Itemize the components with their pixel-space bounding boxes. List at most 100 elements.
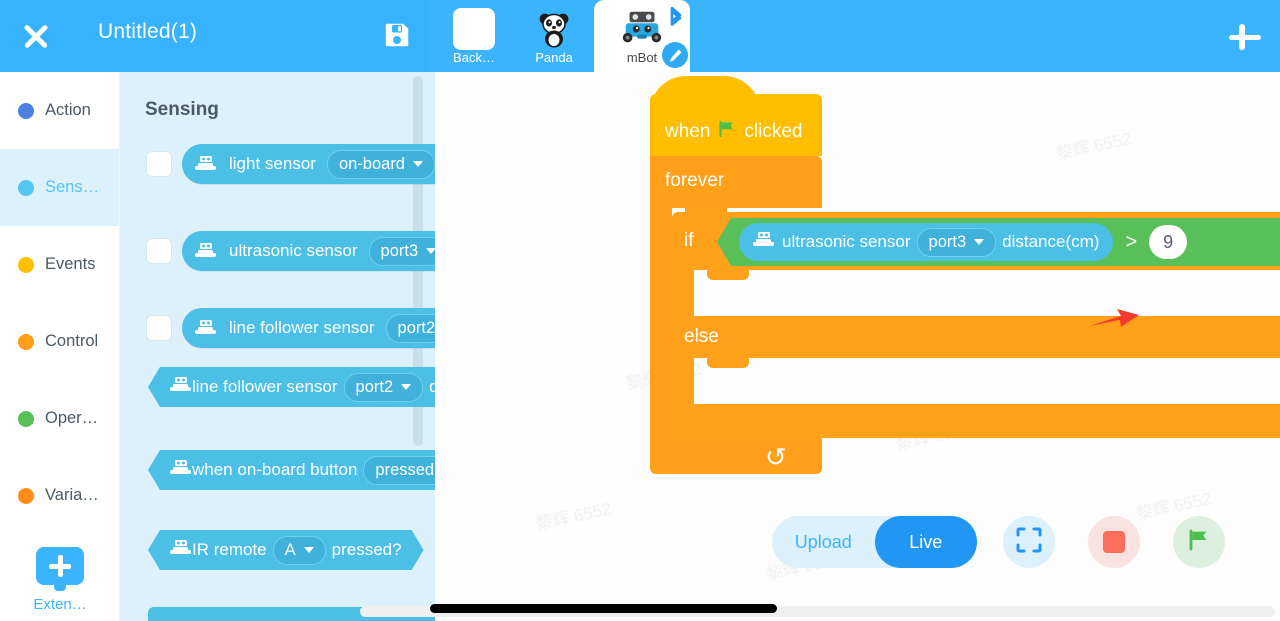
- category-color-dot: [18, 256, 34, 273]
- forever-left-arm: [650, 208, 672, 462]
- header-left-panel: [0, 0, 430, 72]
- if-slot-notch: [707, 270, 749, 280]
- bluetooth-icon: [665, 6, 687, 28]
- stop-button[interactable]: [1088, 516, 1140, 568]
- watermark: 黎辉 6552: [534, 499, 614, 534]
- if-else-foot: [672, 404, 1280, 438]
- chevron-down-icon: [413, 161, 423, 167]
- hat-text-post: clicked: [744, 121, 803, 142]
- mbot-device-thumbnail: [619, 6, 665, 52]
- chevron-down-icon: [304, 547, 314, 553]
- chevron-down-icon: [401, 384, 411, 390]
- mode-toggle[interactable]: Upload Live: [772, 516, 977, 568]
- hat-text-pre: when: [665, 121, 711, 142]
- block-greater-than[interactable]: ultrasonic sensor port3 distance(cm) > 9: [717, 218, 1280, 266]
- block-text: pressed?: [331, 540, 402, 559]
- dropdown-workspace-ultrasonic-port[interactable]: port3: [916, 227, 997, 257]
- dropdown-detects-port[interactable]: port2: [344, 373, 424, 402]
- mbot-robot-icon: [195, 155, 217, 173]
- extension-label: Exten…: [33, 596, 87, 613]
- if-else-divider: else: [672, 316, 1280, 358]
- save-icon[interactable]: [382, 20, 412, 50]
- block-text: ultrasonic sensor: [229, 241, 358, 260]
- tab-panda-label: Panda: [535, 50, 573, 65]
- sidebar-item-control[interactable]: Control: [0, 303, 119, 380]
- live-mode-option[interactable]: Live: [874, 516, 977, 568]
- sidebar-item-variables[interactable]: Varia…: [0, 457, 119, 534]
- block-ultrasonic-sensor-reporter[interactable]: ultrasonic sensor port3 distance(cm): [739, 223, 1114, 261]
- dropdown-value: port2: [355, 377, 394, 396]
- workspace-horizontal-scrollbar-thumb[interactable]: [430, 604, 777, 613]
- loop-arrow-icon: ↻: [765, 442, 787, 472]
- block-text: light sensor: [229, 154, 316, 173]
- tab-mbot[interactable]: mBot: [594, 0, 690, 72]
- block-checkbox-light-sensor[interactable]: [146, 151, 172, 177]
- backdrop-thumbnail: [451, 6, 497, 52]
- edit-device-button[interactable]: [662, 42, 688, 68]
- fullscreen-icon: [1016, 527, 1042, 558]
- hat-block-label: when clicked: [665, 119, 803, 145]
- reporter-unit: distance(cm): [1002, 232, 1100, 251]
- tab-backdrop[interactable]: Back…: [434, 0, 514, 72]
- target-tabs: Back… Panda mBot: [434, 0, 690, 72]
- tab-backdrop-label: Back…: [453, 50, 495, 65]
- mbot-robot-icon: [170, 459, 192, 482]
- app-header: Untitled(1) Back… Panda mBot: [0, 0, 1280, 72]
- mbot-robot-icon: [195, 319, 217, 337]
- block-text: line follower sensor: [229, 318, 375, 337]
- sidebar-item-label: Varia…: [45, 486, 99, 504]
- category-color-dot: [18, 487, 34, 504]
- sidebar-item-label: Events: [45, 255, 96, 273]
- else-slot-notch: [707, 358, 749, 368]
- reporter-text: ultrasonic sensor: [782, 232, 911, 251]
- start-button[interactable]: [1173, 516, 1225, 568]
- block-checkbox-ultrasonic-sensor[interactable]: [146, 238, 172, 264]
- panda-sprite-thumbnail: [531, 6, 577, 52]
- palette-block-ir-remote[interactable]: IR remote A pressed?: [148, 530, 424, 570]
- category-color-dot: [18, 179, 34, 196]
- chevron-down-icon: [974, 239, 985, 245]
- dropdown-ir-key[interactable]: A: [273, 536, 326, 565]
- block-forever[interactable]: forever: [650, 156, 822, 208]
- fullscreen-button[interactable]: [1003, 516, 1055, 568]
- tab-panda[interactable]: Panda: [514, 0, 594, 72]
- extension-button[interactable]: Exten…: [0, 547, 120, 613]
- watermark: 黎辉 6552: [1054, 129, 1134, 164]
- category-color-dot: [18, 333, 34, 350]
- mbot-robot-icon: [753, 231, 775, 254]
- add-device-button[interactable]: [1226, 18, 1264, 56]
- comparison-operator: >: [1125, 230, 1138, 253]
- sidebar-item-action[interactable]: Action: [0, 72, 119, 149]
- green-flag-icon: [1186, 527, 1212, 558]
- sidebar-item-sensing[interactable]: Sens…: [0, 149, 119, 226]
- sidebar-item-label: Action: [45, 101, 91, 119]
- number-input-threshold[interactable]: 9: [1149, 225, 1188, 259]
- block-text: IR remote: [192, 540, 267, 559]
- category-sidebar: Action Sens… Events Control Oper… Varia……: [0, 72, 120, 621]
- dropdown-value: port2: [397, 318, 436, 337]
- block-when-flag-clicked[interactable]: when clicked: [650, 76, 822, 156]
- dropdown-value: A: [284, 540, 296, 559]
- palette-category-title: Sensing: [145, 99, 219, 120]
- tab-mbot-label: mBot: [626, 50, 658, 65]
- dropdown-light-sensor-port[interactable]: on-board: [326, 149, 435, 179]
- dropdown-value: port3: [928, 232, 967, 251]
- sidebar-item-operators[interactable]: Oper…: [0, 380, 119, 457]
- close-icon[interactable]: [18, 18, 54, 54]
- mbot-robot-icon: [195, 242, 217, 260]
- category-color-dot: [18, 410, 34, 427]
- forever-foot: [650, 438, 822, 474]
- upload-mode-option[interactable]: Upload: [772, 516, 875, 568]
- category-color-dot: [18, 102, 34, 119]
- mbot-robot-icon: [170, 376, 192, 399]
- mbot-robot-icon: [170, 539, 192, 562]
- add-extension-icon: [36, 547, 84, 591]
- block-text: line follower sensor: [192, 377, 338, 396]
- block-text: when on-board button: [192, 460, 358, 479]
- block-checkbox-line-follower-value[interactable]: [146, 315, 172, 341]
- forever-label: forever: [665, 170, 725, 191]
- dropdown-value: port3: [380, 241, 419, 260]
- sidebar-item-label: Sens…: [45, 178, 100, 196]
- sidebar-item-events[interactable]: Events: [0, 226, 119, 303]
- red-arrow-pointer: [1087, 300, 1143, 339]
